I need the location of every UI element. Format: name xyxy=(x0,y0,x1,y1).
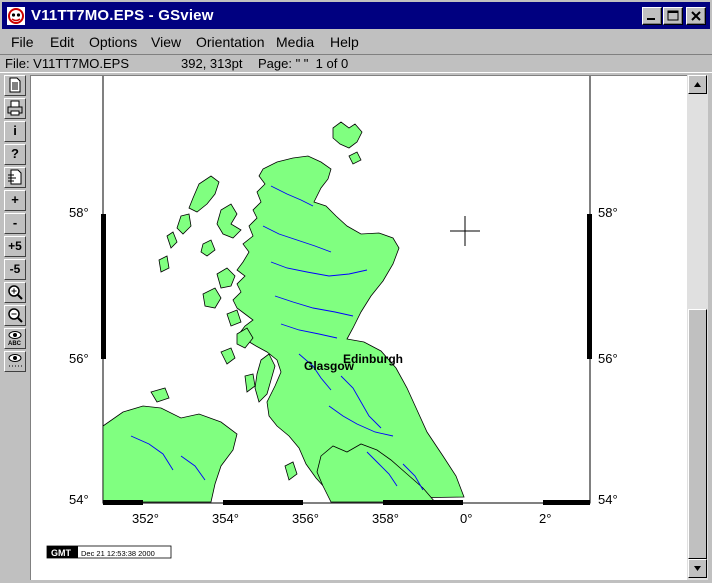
maximize-button[interactable] xyxy=(663,7,683,25)
zoom-in-icon xyxy=(8,285,23,300)
view-text-button[interactable]: ABC xyxy=(4,328,26,349)
lon-label-352: 352° xyxy=(132,511,159,526)
menu-view[interactable]: View xyxy=(151,34,181,50)
minimize-button[interactable] xyxy=(642,7,662,25)
scroll-thumb[interactable] xyxy=(688,309,707,559)
lon-label-0: 0° xyxy=(460,511,472,526)
prev-page-button[interactable]: - xyxy=(4,213,26,234)
minimize-icon xyxy=(647,18,655,20)
lat-label-54-left: 54° xyxy=(69,492,89,507)
eye-abc-icon: ABC xyxy=(8,331,22,346)
skip-back-button[interactable]: -5 xyxy=(4,259,26,280)
lat-label-56-right: 56° xyxy=(598,351,618,366)
gmt-logo: GMT xyxy=(51,548,71,558)
scroll-up-button[interactable] xyxy=(688,75,707,94)
next-page-button[interactable]: + xyxy=(4,190,26,211)
scroll-down-button[interactable] xyxy=(688,559,707,578)
menu-bar: File Edit Options View Orientation Media… xyxy=(0,31,712,53)
map-canvas: 58° 56° 54° 58° 56° 54° 352° 354° 356° 3… xyxy=(46,76,618,559)
goto-page-button[interactable] xyxy=(4,167,26,188)
maximize-icon xyxy=(667,10,679,21)
vertical-scrollbar[interactable] xyxy=(687,75,708,580)
menu-file[interactable]: File xyxy=(11,34,34,50)
close-button[interactable] xyxy=(686,7,706,25)
eye-dots-icon xyxy=(8,354,22,367)
longitude-labels: 352° 354° 356° 358° 0° 2° xyxy=(132,511,551,526)
title-bar: V11TT7MO.EPS - GSview xyxy=(0,0,712,31)
help-button[interactable]: ? xyxy=(4,144,26,165)
status-bar: File: V11TT7MO.EPS 392, 313pt Page: " " … xyxy=(0,54,712,73)
lat-label-54-right: 54° xyxy=(598,492,618,507)
lon-label-358: 358° xyxy=(372,511,399,526)
lat-label-58-right: 58° xyxy=(598,205,618,220)
gmt-timestamp-stamp: GMT Dec 21 12:53:38 2000 xyxy=(46,545,172,559)
status-page: Page: " " 1 of 0 xyxy=(258,56,349,71)
lon-label-2: 2° xyxy=(539,511,551,526)
goto-page-icon xyxy=(8,169,22,185)
window-title: V11TT7MO.EPS - GSview xyxy=(31,7,214,24)
menu-orientation[interactable]: Orientation xyxy=(196,34,264,50)
gsview-icon[interactable] xyxy=(7,7,25,25)
document-viewport[interactable]: 58° 56° 54° 58° 56° 54° 352° 354° 356° 3… xyxy=(30,75,687,580)
info-button[interactable]: i xyxy=(4,121,26,142)
toolbar: i ? + - +5 -5 ABC xyxy=(2,75,28,375)
zoom-out-icon xyxy=(8,308,23,323)
arrow-up-icon xyxy=(694,82,701,87)
city-label-glasgow: Glasgow xyxy=(304,359,355,373)
gmt-timestamp: Dec 21 12:53:38 2000 xyxy=(81,549,155,558)
skip-forward-button[interactable]: +5 xyxy=(4,236,26,257)
status-file: File: V11TT7MO.EPS xyxy=(5,56,130,71)
menu-options[interactable]: Options xyxy=(89,34,137,50)
menu-media[interactable]: Media xyxy=(276,34,314,50)
svg-text:ABC: ABC xyxy=(8,341,22,346)
lon-label-354: 354° xyxy=(212,511,239,526)
print-button[interactable] xyxy=(4,98,26,119)
close-icon xyxy=(691,11,701,21)
lat-label-56-left: 56° xyxy=(69,351,89,366)
document-icon xyxy=(9,77,21,93)
printer-icon xyxy=(7,100,23,116)
view-dots-button[interactable] xyxy=(4,351,26,372)
lat-label-58-left: 58° xyxy=(69,205,89,220)
menu-edit[interactable]: Edit xyxy=(50,34,74,50)
zoom-in-button[interactable] xyxy=(4,282,26,303)
open-button[interactable] xyxy=(4,75,26,96)
arrow-down-icon xyxy=(694,566,701,571)
lon-label-356: 356° xyxy=(292,511,319,526)
menu-help[interactable]: Help xyxy=(330,34,359,50)
zoom-out-button[interactable] xyxy=(4,305,26,326)
status-coordinates: 392, 313pt xyxy=(181,56,243,71)
